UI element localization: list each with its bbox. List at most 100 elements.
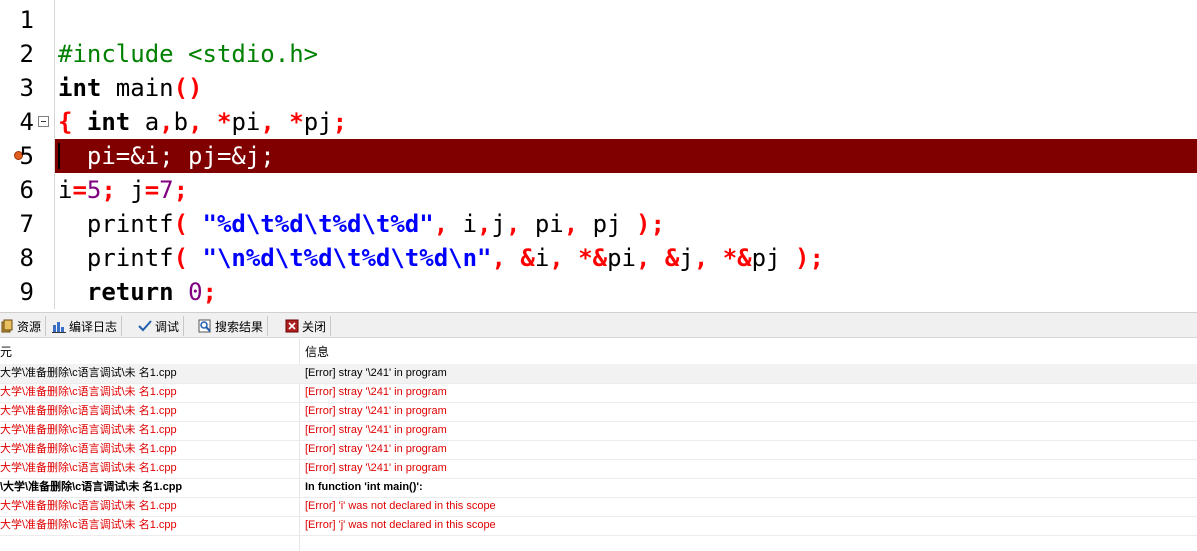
code-token: ( [173,244,189,272]
code-token: main [101,74,174,102]
fold-toggle-icon[interactable] [38,116,49,127]
code-token: , [433,210,449,238]
code-token: j [679,244,694,272]
code-line[interactable]: 3 int main() [0,71,1197,105]
text-caret [58,143,60,169]
line-number: 9 [19,278,34,306]
result-row[interactable]: 大学\准备删除\c语言调试\未 名1.cpp [Error] stray '\24… [0,440,1197,459]
code-token: int [58,74,102,102]
code-token: 5 [86,176,102,204]
result-unit: \大学\准备删除\c语言调试\未 名1.cpp [0,481,183,493]
code-line[interactable]: 9 return 0; [0,275,1197,309]
code-token: pj [303,108,333,136]
code-token: ); [795,244,824,272]
result-row[interactable]: 大学\准备删除\c语言调试\未 名1.cpp [Error] stray '\24… [0,383,1197,402]
tab-debug[interactable]: 调试 [134,316,185,336]
code-line[interactable]: 2 #include <stdio.h> [0,37,1197,71]
tab-compile-log[interactable]: 编译日志 [48,316,123,336]
code-line[interactable]: 8 printf( "\n%d\t%d\t%d\t%d\n", &i, *&pi… [0,241,1197,275]
result-unit: 大学\准备删除\c语言调试\未 名1.cpp [0,462,177,474]
chart-icon [52,319,66,333]
result-row[interactable]: 大学\准备删除\c语言调试\未 名1.cpp [Error] stray '\24… [0,402,1197,421]
check-icon [138,319,152,333]
code-token: * [216,108,232,136]
line-number: 2 [19,40,34,68]
code-token: i [58,176,73,204]
result-row[interactable]: 大学\准备删除\c语言调试\未 名1.cpp [Error] stray '\24… [0,459,1197,478]
code-token: "\n%d\t%d\t%d\t%d\n" [202,244,492,272]
code-line[interactable]: 4{ int a,b, *pi, *pj; [0,105,1197,139]
code-token: , [260,108,275,136]
code-token: ; [101,176,116,204]
column-header-message[interactable]: 信息 [305,343,329,360]
tab-resources[interactable]: 资源 [0,316,47,336]
result-row[interactable]: 大学\准备删除\c语言调试\未 名1.cpp [Error] 'j' was no… [0,516,1197,535]
tab-label: 关闭 [302,319,327,334]
code-token: = [144,176,160,204]
code-token: , [491,244,506,272]
result-row[interactable]: 大学\准备删除\c语言调试\未 名1.cpp [Error] stray '\24… [0,421,1197,440]
code-token: , [549,244,564,272]
line-code: #include <stdio.h> [58,37,318,71]
code-token: = [72,176,87,204]
result-row[interactable]: 大学\准备删除\c语言调试\未 名1.cpp [Error] 'i' was no… [0,497,1197,516]
code-line[interactable]: 7 printf( "%d\t%d\t%d\t%d", i,j, pi, pj … [0,207,1197,241]
bottom-panel-tabbar: 资源 编译日志 调试 搜索结果 关闭 [0,312,1197,338]
code-token: () [173,74,203,102]
result-message: [Error] stray '\241' in program [305,386,447,398]
code-token: pi [607,244,637,272]
code-token: #include <stdio.h> [58,40,319,68]
code-line[interactable]: 6 i=5; j=7; [0,173,1197,207]
code-line[interactable]: 5 pi=&i; pj=&j; [0,139,1197,173]
code-token: "%d\t%d\t%d\t%d" [202,210,434,238]
result-message: [Error] stray '\241' in program [305,367,447,379]
result-row[interactable]: \大学\准备删除\c语言调试\未 名1.cpp In function 'int … [0,478,1197,497]
line-code: return 0; [58,275,217,309]
code-token: printf [58,210,174,238]
tab-close[interactable]: 关闭 [281,316,332,336]
code-token: pj [578,210,637,238]
tab-label: 搜索结果 [215,319,264,334]
line-code: i=5; j=7; [58,173,188,207]
result-message: [Error] 'i' was not declared in this sco… [305,500,496,512]
column-header-unit[interactable]: 元 [0,343,12,360]
code-token: & [520,244,535,272]
code-token: j [115,176,145,204]
code-token: pi [231,108,261,136]
search-icon [198,319,212,333]
result-row[interactable]: 大学\准备删除\c语言调试\未 名1.cpp [Error] stray '\24… [0,364,1197,383]
code-token: ; [202,278,217,306]
line-code: printf( "%d\t%d\t%d\t%d", i,j, pi, pj ); [58,207,665,241]
code-token: i [534,244,550,272]
code-token: ; [332,108,348,136]
code-token: ; [173,176,189,204]
code-token: pi [520,210,564,238]
line-number: 5 [19,142,34,170]
code-token: * [289,108,304,136]
result-message: In function 'int main()': [305,481,423,493]
tab-label: 资源 [17,319,42,334]
code-editor[interactable]: 1 2 #include <stdio.h> 3 int main() 4 { int a,… [0,0,1197,309]
code-token: , [159,108,174,136]
line-code: { int a,b, *pi, *pj; [58,105,347,139]
line-number: 6 [19,176,34,204]
code-token: pj [751,244,795,272]
line-code: int main() [58,71,203,105]
code-token: 0 [188,278,203,306]
code-line[interactable]: 1 [0,3,1197,37]
code-token: , [505,210,521,238]
code-token: *& [578,244,608,272]
tab-search-results[interactable]: 搜索结果 [194,316,269,336]
code-token: b [173,108,189,136]
code-token: & [664,244,680,272]
